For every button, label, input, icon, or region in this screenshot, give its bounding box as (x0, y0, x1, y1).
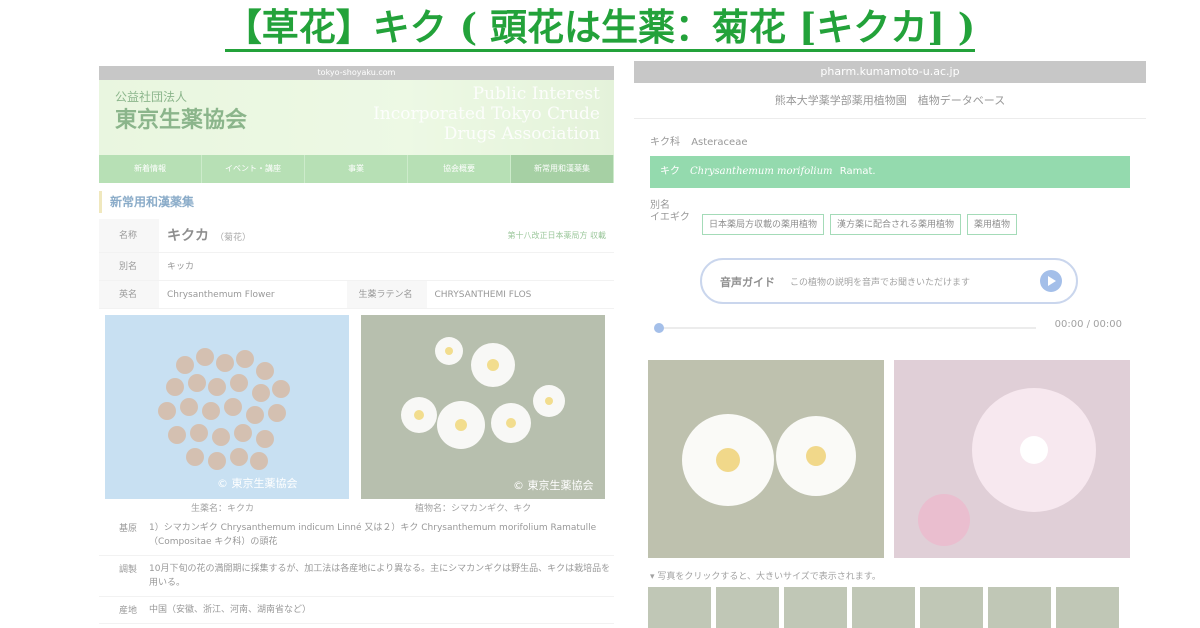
table-row: 調製 10月下旬の花の満開期に採集するが、加工法は各産地により異なる。主にシマカ… (99, 556, 614, 597)
page-title-text: 【草花】キク ( 頭花は生薬：菊花 [キクカ] ) (224, 5, 976, 52)
alias-label: 別名 (99, 253, 159, 280)
nav-about[interactable]: 協会概要 (408, 155, 511, 183)
audio-progress-knob[interactable] (654, 323, 664, 333)
left-banner: 公益社団法人 東京生薬協会 Public Interest Incorporat… (99, 80, 614, 155)
page-title: 【草花】キク ( 頭花は生薬：菊花 [キクカ] ) (0, 2, 1200, 52)
latin-label: 生薬ラテン名 (346, 281, 427, 308)
audio-guide-title: 音声ガイド (720, 276, 775, 289)
table-row: 産地 中国（安徽、浙江、河南、湖南省など） (99, 597, 614, 624)
species-bar: キク Chrysanthemum morifolium Ramat. (650, 156, 1130, 188)
table-row: 基原 1）シマカンギク Chrysanthemum indicum Linné … (99, 515, 614, 556)
caption-crude-drug: 生薬名：キクカ (191, 504, 255, 514)
description-table: 基原 1）シマカンギク Chrysanthemum indicum Linné … (99, 515, 614, 624)
tag-pharmacopoeia[interactable]: 日本薬局方収載の薬用植物 (702, 214, 825, 235)
alias-value: キッカ (167, 262, 195, 272)
crude-drug-kanji: （菊花） (215, 233, 252, 243)
origin-label: 基原 (119, 524, 138, 534)
thumbnail[interactable] (852, 587, 915, 628)
thumbnail[interactable] (716, 587, 779, 628)
white-chrysanthemum-illustration (682, 414, 856, 506)
tag-list: 日本薬局方収載の薬用植物 漢方薬に配合される薬用植物 薬用植物 (702, 214, 1018, 235)
org-name[interactable]: 東京生薬協会 (115, 102, 247, 134)
thumbnail-strip (648, 587, 1119, 628)
preparation-label: 調製 (119, 565, 138, 575)
tag-kampo[interactable]: 漢方薬に配合される薬用植物 (830, 214, 962, 235)
thumbnail[interactable] (648, 587, 711, 628)
production-label: 産地 (119, 606, 138, 616)
latin-value: CHRYSANTHEMI FLOS (434, 290, 532, 300)
audio-guide-desc: この植物の説明を音声でお聞きいただけます (790, 278, 971, 288)
play-icon[interactable] (1040, 270, 1062, 292)
page: 【草花】キク ( 頭花は生薬：菊花 [キクカ] ) tokyo-shoyaku.… (0, 0, 1200, 628)
org-english-name: Public Interest Incorporated Tokyo Crude… (373, 84, 600, 144)
photo-hint: ▾ 写真をクリックすると、大きいサイズで表示されます。 (650, 572, 881, 582)
thumbnail[interactable] (784, 587, 847, 628)
left-url-bar: tokyo-shoyaku.com (99, 66, 614, 80)
copyright-a: © 東京生薬協会 (217, 476, 298, 490)
species-author: Ramat. (839, 166, 876, 177)
english-row: 英名 Chrysanthemum Flower 生薬ラテン名 CHRYSANTH… (99, 281, 614, 309)
nav-projects[interactable]: 事業 (305, 155, 408, 183)
audio-progress-track[interactable] (656, 327, 1036, 329)
left-images: © 東京生薬協会 © 東京生薬協会 生薬名：キクカ 植物名：シマカンギク、キク (99, 315, 614, 515)
tokyo-shoyaku-panel: tokyo-shoyaku.com 公益社団法人 東京生薬協会 Public I… (99, 66, 614, 628)
english-value: Chrysanthemum Flower (167, 290, 275, 300)
flower-photo[interactable]: © 東京生薬協会 (361, 315, 605, 499)
nav-news[interactable]: 新着情報 (99, 155, 202, 183)
alias-block: 別名 イエギク 日本薬局方収載の薬用植物 漢方薬に配合される薬用植物 薬用植物 (634, 198, 1146, 250)
species-scientific-name: Chrysanthemum morifolium (690, 166, 833, 177)
audio-guide-button[interactable]: 音声ガイド この植物の説明を音声でお聞きいただけます (700, 258, 1078, 304)
audio-time: 00:00 / 00:00 (1054, 319, 1122, 330)
alias-value-text: イエギク (650, 212, 690, 223)
name-row: 名称 キクカ （菊花） 第十八改正日本薬局方 収載 (99, 219, 614, 253)
pharmacopoeia-badge: 第十八改正日本薬局方 収載 (507, 231, 606, 240)
left-nav: 新着情報 イベント・講座 事業 協会概要 新常用和漢薬集 (99, 155, 614, 183)
white-flowers-illustration: © 東京生薬協会 (401, 337, 594, 492)
alias-label-text: 別名 (650, 200, 670, 211)
caption-plant: 植物名：シマカンギク、キク (415, 504, 532, 514)
right-url-bar: pharm.kumamoto-u.ac.jp (634, 61, 1146, 83)
tag-medicinal[interactable]: 薬用植物 (967, 214, 1018, 235)
pink-chrysanthemum-photo[interactable] (894, 360, 1130, 558)
english-label: 英名 (99, 281, 159, 308)
species-label: キク (660, 166, 680, 177)
production-value: 中国（安徽、浙江、河南、湖南省など） (149, 605, 312, 615)
right-header: 熊本大学薬学部薬用植物園 植物データベース (634, 83, 1146, 119)
preparation-value: 10月下旬の花の満開期に採集するが、加工法は各産地により異なる。主にシマカンギク… (149, 564, 611, 588)
dried-flower-illustration: © 東京生薬協会 (158, 348, 298, 490)
name-value: キクカ （菊花） (159, 219, 507, 252)
alias-label-right: 別名 イエギク (650, 200, 690, 224)
family-label: キク科 (650, 137, 680, 148)
thumbnail[interactable] (920, 587, 983, 628)
dried-flower-photo[interactable]: © 東京生薬協会 (105, 315, 349, 499)
thumbnail[interactable] (988, 587, 1051, 628)
section-heading: 新常用和漢薬集 (99, 191, 614, 213)
nav-events[interactable]: イベント・講座 (202, 155, 305, 183)
nav-herbal-list[interactable]: 新常用和漢薬集 (511, 155, 614, 183)
crude-drug-name: キクカ (167, 228, 209, 244)
white-chrysanthemum-photo[interactable] (648, 360, 884, 558)
thumbnail[interactable] (1056, 587, 1119, 628)
family-value: Asteraceae (691, 137, 748, 148)
origin-value: 1）シマカンギク Chrysanthemum indicum Linné 又は２… (149, 523, 597, 547)
kumamoto-panel: pharm.kumamoto-u.ac.jp 熊本大学薬学部薬用植物園 植物デー… (634, 61, 1146, 628)
copyright-b: © 東京生薬協会 (513, 478, 594, 492)
alias-row: 別名 キッカ (99, 253, 614, 281)
family-line: キク科 Asteraceae (650, 133, 1146, 148)
pink-chrysanthemum-illustration (918, 388, 1096, 546)
name-label: 名称 (99, 219, 159, 252)
